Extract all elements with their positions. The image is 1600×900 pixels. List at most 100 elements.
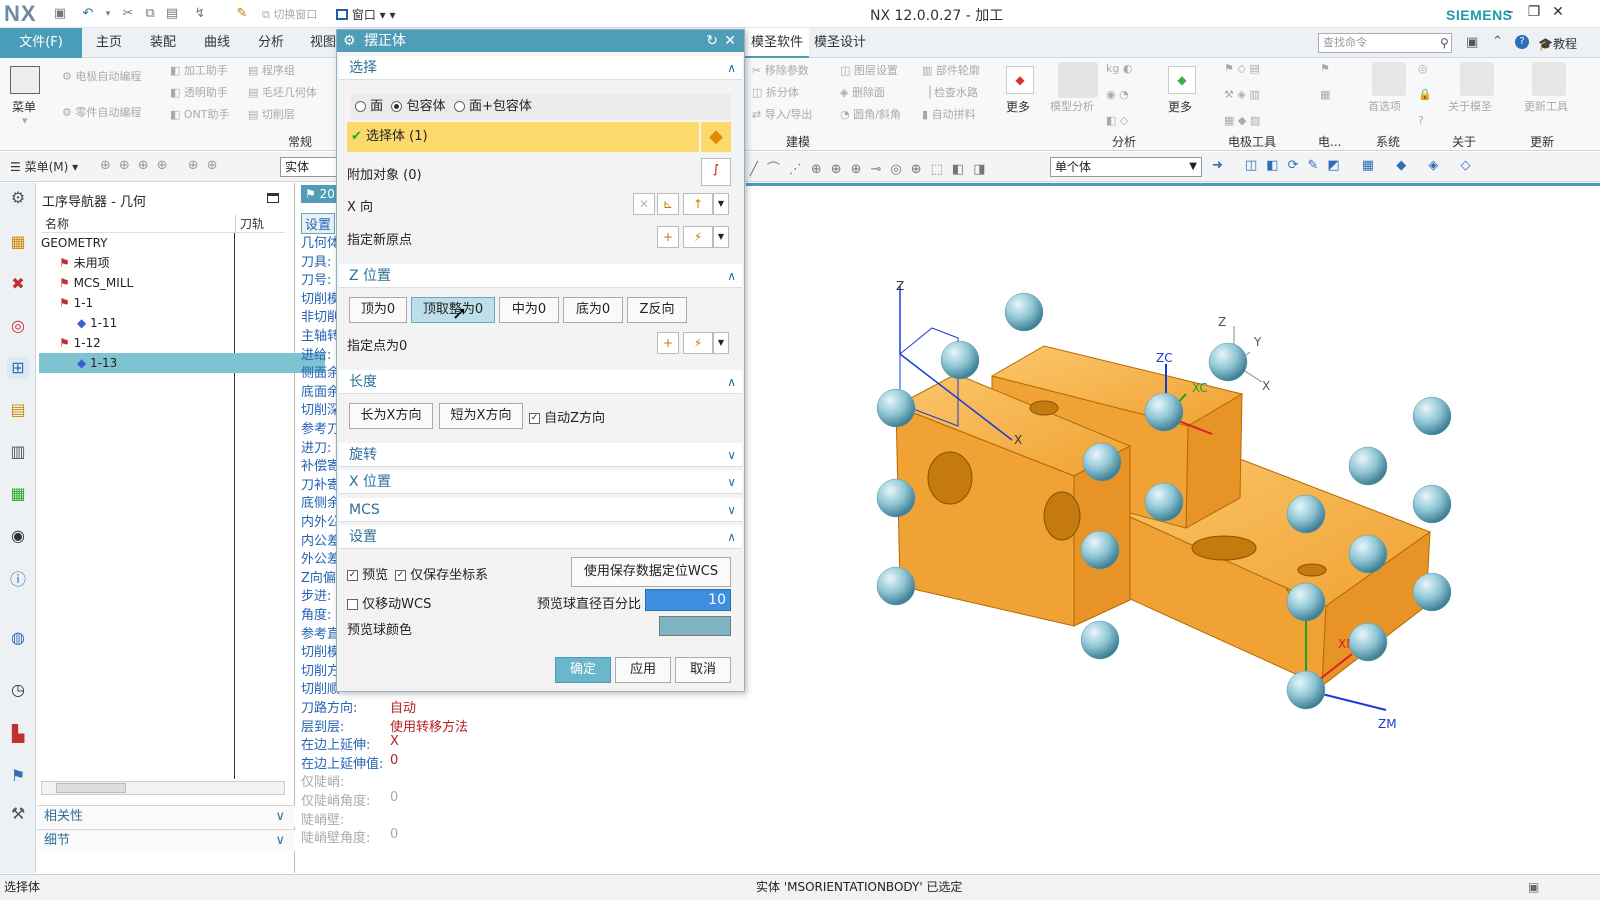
section-select[interactable]: 选择 ∧ xyxy=(339,56,742,80)
process-icon[interactable]: ⚑ xyxy=(7,765,29,787)
layer-settings-button[interactable]: ◫ 图层设置 xyxy=(840,62,898,78)
tree-row[interactable]: ⚑ 1-12 xyxy=(39,333,325,353)
paste-icon[interactable]: ▤ xyxy=(164,6,180,22)
ont-assistant-button[interactable]: ◧ ONT助手 xyxy=(170,106,230,122)
switch-window-button[interactable]: ⧉ 切换窗口 xyxy=(262,6,317,22)
command-search-input[interactable]: 查找命令 xyxy=(1318,33,1452,53)
cancel-button[interactable]: 取消 xyxy=(675,657,731,683)
touch-mode-icon[interactable]: ✎ xyxy=(234,6,250,22)
preferences-button[interactable]: 首选项 xyxy=(1368,98,1401,114)
type-filter-select[interactable]: 实体 xyxy=(280,157,338,177)
selection-filter-icons[interactable]: ⊕⊕⊕⊕ ⊕⊕ xyxy=(100,158,226,173)
role-icon[interactable]: ◍ xyxy=(7,627,29,649)
auto-stock-button[interactable]: ▮ 自动拼料 xyxy=(922,106,976,122)
part-navigator-icon[interactable]: ◎ xyxy=(7,315,29,337)
constraint-navigator-icon[interactable]: ✖ xyxy=(7,273,29,295)
split-body-button[interactable]: ◫ 拆分体 xyxy=(752,84,799,100)
electrode-auto-program-button[interactable]: ⚙ 电极自动编程 xyxy=(62,68,141,84)
window-menu-button[interactable]: 窗口 ▾ ▾ xyxy=(336,6,396,23)
close-button[interactable]: ✕ xyxy=(1548,4,1568,20)
web-browser-icon[interactable]: ▥ xyxy=(7,441,29,463)
program-group-button[interactable]: ▤ 程序组 xyxy=(248,62,295,78)
use-saved-data-wcs-button[interactable]: 使用保存数据定位WCS xyxy=(571,557,731,587)
tree-row[interactable]: ⚑ 未用项 xyxy=(39,253,325,273)
check-waterline-button[interactable]: ▕ 检查水路 xyxy=(922,84,978,100)
column-header-toolpath[interactable]: 刀轨 xyxy=(235,215,285,233)
z-reverse-button[interactable]: Z反向 xyxy=(627,297,687,323)
preview-checkbox[interactable]: ✓ 预览 xyxy=(347,564,388,583)
operation-navigator-icon[interactable]: ⊞ xyxy=(7,357,29,379)
scrollbar-thumb[interactable] xyxy=(56,783,126,793)
short-as-x-button[interactable]: 短为X方向 xyxy=(439,403,523,429)
top-zero-button[interactable]: 顶为0 xyxy=(349,297,407,323)
tab-curve[interactable]: 曲线 xyxy=(198,28,236,58)
palette-icon[interactable]: ▙ xyxy=(7,723,29,745)
save-csys-only-checkbox[interactable]: ✓ 仅保存坐标系 xyxy=(395,564,488,583)
reverse-direction-icon[interactable]: ✕ xyxy=(633,193,655,215)
radio-face[interactable]: 面 xyxy=(355,99,383,114)
section-x-position[interactable]: X 位置 ∨ xyxy=(339,470,742,494)
save-icon[interactable]: ▣ xyxy=(52,6,68,22)
maximize-panel-icon[interactable] xyxy=(267,193,279,203)
machining-assistant-button[interactable]: ◧ 加工助手 xyxy=(170,62,228,78)
point-dropdown-icon[interactable]: ▼ xyxy=(713,226,729,248)
history-clock-icon[interactable]: ◷ xyxy=(7,679,29,701)
ok-button[interactable]: 确定 xyxy=(555,657,611,683)
import-export-button[interactable]: ⇄ 导入/导出 xyxy=(752,106,812,122)
long-as-x-button[interactable]: 长为X方向 xyxy=(349,403,433,429)
settings-gear-icon[interactable]: ⚙ xyxy=(7,187,29,209)
fillet-chamfer-button[interactable]: ◔ 圆角/斜角 xyxy=(840,106,901,122)
more-build-button[interactable]: 更多 xyxy=(1006,98,1030,115)
window-layout-icon[interactable]: ▣ xyxy=(1466,35,1478,50)
tab-mosheng-software[interactable]: 模圣软件 xyxy=(745,28,810,58)
undo-icon[interactable]: ↶ xyxy=(80,6,96,22)
tab-assembly[interactable]: 装配 xyxy=(144,28,182,58)
details-panel-header[interactable]: 细节 ∨ xyxy=(37,829,295,851)
copy-icon[interactable]: ⧉ xyxy=(142,6,158,22)
bottom-zero-button[interactable]: 底为0 xyxy=(563,297,623,323)
main-menu-button[interactable]: ☰ 菜单(M) ▾ xyxy=(10,158,78,175)
column-header-name[interactable]: 名称 xyxy=(41,215,235,233)
system-tool-icons[interactable]: ◎ 🔒? xyxy=(1418,62,1432,127)
section-settings[interactable]: 设置 ∧ xyxy=(339,525,742,549)
section-length[interactable]: 长度 ∧ xyxy=(339,370,742,394)
setup-tab[interactable]: 设置 xyxy=(301,213,336,234)
blank-geometry-button[interactable]: ▤ 毛坯几何体 xyxy=(248,84,317,100)
scope-select[interactable]: 单个体 ▼ xyxy=(1050,157,1202,177)
point-dropdown-icon[interactable]: ▼ xyxy=(713,332,729,354)
tree-row[interactable]: ⚑ 1-1 xyxy=(39,293,325,313)
tree-row[interactable]: GEOMETRY xyxy=(39,233,325,253)
tab-mosheng-design[interactable]: 模圣设计 xyxy=(808,28,872,58)
view-tool-icons[interactable]: ➜ ◫◧⟳✎◩ ▦ ◆ ◈ ◇ xyxy=(1212,158,1479,173)
vector-dropdown-icon[interactable]: ▼ xyxy=(713,193,729,215)
curve-select-icon[interactable]: ∫ xyxy=(701,158,731,186)
tree-row[interactable]: ◆ 1-13 xyxy=(39,353,325,373)
graphics-window[interactable]: Z X ZC XC Y X Z YM XM ZM xyxy=(746,183,1600,873)
close-icon[interactable]: ✕ xyxy=(724,30,736,52)
part-outline-button[interactable]: ▥ 部件轮廓 xyxy=(922,62,980,78)
snap-point-icons[interactable]: ╱⌒⋰⊕⊕⊕⊸◎⊕⬚◧◨ xyxy=(750,158,994,177)
move-wcs-only-checkbox[interactable]: 仅移动WCS xyxy=(347,593,431,612)
section-mcs[interactable]: MCS ∨ xyxy=(339,498,742,522)
collapse-ribbon-icon[interactable]: ⌃ xyxy=(1492,34,1503,49)
update-tools-button[interactable]: 更新工具 xyxy=(1524,98,1568,114)
restore-button[interactable]: ❐ xyxy=(1524,4,1544,20)
part-auto-program-button[interactable]: ⚙ 零件自动编程 xyxy=(62,104,141,120)
about-mosheng-button[interactable]: 关于模圣 xyxy=(1448,98,1492,114)
tree-row[interactable]: ⚑ MCS_MILL xyxy=(39,273,325,293)
reset-icon[interactable]: ↻ xyxy=(706,30,718,52)
minimize-button[interactable]: – xyxy=(1500,4,1520,20)
section-rotation[interactable]: 旋转 ∨ xyxy=(339,443,742,467)
operation-tab[interactable]: ⚑ 20 xyxy=(301,185,341,203)
menu-button[interactable]: 菜单 xyxy=(12,98,36,115)
remove-params-button[interactable]: ✂ 移除参数 xyxy=(752,62,809,78)
visualization-eye-icon[interactable]: ◉ xyxy=(7,525,29,547)
search-icon[interactable]: ⚲ xyxy=(1440,36,1449,50)
radio-bounding-box[interactable]: 包容体 xyxy=(391,99,446,114)
more-analysis-button[interactable]: 更多 xyxy=(1168,98,1192,115)
vector-inferred-icon[interactable]: ↑ xyxy=(683,193,713,215)
auto-z-checkbox[interactable]: ✓ 自动Z方向 xyxy=(529,407,605,426)
assembly-navigator-icon[interactable]: ▦ xyxy=(7,231,29,253)
radio-face-and-box[interactable]: 面+包容体 xyxy=(453,99,532,114)
tab-home[interactable]: 主页 xyxy=(90,28,128,58)
